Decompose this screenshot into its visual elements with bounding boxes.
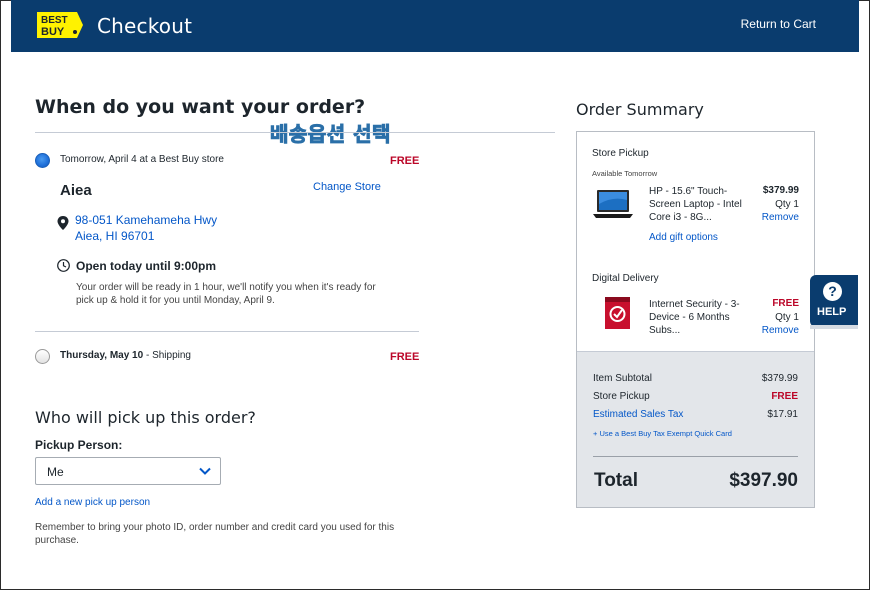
store-address-line2[interactable]: Aiea, HI 96701: [75, 229, 154, 243]
store-pickup-section-title: Store Pickup: [592, 148, 649, 159]
laptop-qty: Qty 1: [775, 199, 799, 210]
order-summary-heading: Order Summary: [576, 100, 704, 119]
item-subtotal-value: $379.99: [761, 373, 798, 384]
software-product-name[interactable]: Internet Security - 3-Device - 6 Months …: [649, 298, 744, 337]
order-totals-panel: Item Subtotal $379.99 Store Pickup FREE …: [577, 351, 814, 507]
pickup-person-label: Pickup Person:: [35, 438, 123, 452]
logo-text-best: BEST: [41, 15, 68, 26]
estimated-sales-tax-link[interactable]: Estimated Sales Tax: [593, 409, 683, 420]
software-qty: Qty 1: [775, 312, 799, 323]
software-remove-link[interactable]: Remove: [762, 325, 799, 336]
store-pickup-price: FREE: [390, 155, 420, 167]
software-price: FREE: [772, 298, 799, 309]
shipping-method: - Shipping: [143, 350, 191, 361]
laptop-price: $379.99: [762, 185, 799, 196]
software-product-image[interactable]: [605, 297, 630, 329]
chevron-down-icon: [199, 467, 211, 475]
pickup-person-value: Me: [47, 465, 64, 479]
divider: [35, 132, 555, 133]
question-mark-icon: ?: [823, 282, 842, 301]
tax-exempt-card-link[interactable]: + Use a Best Buy Tax Exempt Quick Card: [593, 429, 732, 438]
shipping-radio[interactable]: [35, 349, 50, 364]
store-pickup-fee-value: FREE: [771, 391, 798, 402]
best-buy-logo[interactable]: BEST BUY: [37, 10, 83, 40]
pickup-person-select[interactable]: Me: [35, 457, 221, 485]
delivery-heading: When do you want your order?: [35, 96, 366, 118]
return-to-cart-link[interactable]: Return to Cart: [741, 17, 816, 31]
shipping-price: FREE: [390, 351, 420, 363]
pickup-ready-note: Your order will be ready in 1 hour, we'l…: [76, 282, 376, 306]
availability-label: Available Tomorrow: [592, 169, 658, 178]
help-button[interactable]: ? HELP: [810, 275, 858, 327]
add-gift-options-link[interactable]: Add gift options: [649, 232, 718, 243]
photo-id-note: Remember to bring your photo ID, order n…: [35, 522, 395, 546]
laptop-product-image[interactable]: [593, 188, 633, 220]
help-tab-shadow: [810, 325, 858, 329]
store-pickup-option-label: Tomorrow, April 4 at a Best Buy store: [60, 154, 224, 165]
change-store-link[interactable]: Change Store: [313, 181, 381, 193]
store-name: Aiea: [60, 182, 92, 199]
logo-text-buy: BUY: [41, 26, 65, 38]
store-address-line1[interactable]: 98-051 Kamehameha Hwy: [75, 213, 217, 227]
add-pickup-person-link[interactable]: Add a new pick up person: [35, 497, 150, 508]
page-title: Checkout: [97, 14, 193, 38]
digital-delivery-section-title: Digital Delivery: [592, 273, 659, 284]
laptop-remove-link[interactable]: Remove: [762, 212, 799, 223]
clock-icon: [57, 259, 70, 272]
divider: [593, 456, 798, 457]
item-subtotal-label: Item Subtotal: [593, 373, 652, 384]
help-label: HELP: [817, 306, 847, 318]
order-summary-box: Store Pickup Available Tomorrow HP - 15.…: [576, 131, 815, 508]
total-value: $397.90: [729, 470, 798, 491]
total-label: Total: [594, 470, 638, 491]
pickup-heading: Who will pick up this order?: [35, 408, 256, 427]
shipping-option-label: Thursday, May 10 - Shipping: [60, 350, 191, 361]
store-pickup-radio[interactable]: [35, 153, 50, 168]
checkout-header: BEST BUY Checkout Return to Cart: [11, 0, 859, 52]
divider: [35, 331, 419, 332]
location-pin-icon: [57, 216, 69, 230]
store-hours: Open today until 9:00pm: [76, 259, 217, 273]
shipping-date: Thursday, May 10: [60, 350, 144, 361]
estimated-sales-tax-value: $17.91: [767, 409, 798, 420]
laptop-product-name[interactable]: HP - 15.6" Touch-Screen Laptop - Intel C…: [649, 185, 744, 224]
store-pickup-fee-label: Store Pickup: [593, 391, 650, 402]
